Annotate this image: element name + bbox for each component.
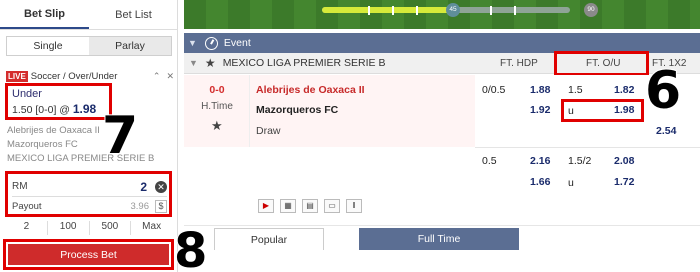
timeline-tick: [490, 6, 492, 15]
draw-odd[interactable]: 2.54: [656, 125, 676, 137]
match-tools: ▶ ▦ ▤ ▭ ‖: [258, 199, 368, 213]
draw-label: Draw: [256, 125, 281, 137]
match-score: 0-0: [209, 84, 225, 96]
quick-stake-500[interactable]: 500: [90, 221, 132, 235]
full-time-marker: 90: [584, 3, 598, 17]
currency-icon[interactable]: $: [155, 200, 167, 213]
payout-value: 3.96: [130, 201, 150, 212]
match-timeline-header: 45 90: [184, 0, 700, 29]
close-icon[interactable]: ✕: [166, 71, 174, 82]
half-time-marker: 45: [446, 3, 460, 17]
ou-under-odd-2[interactable]: 1.72: [614, 176, 634, 188]
pitch-view-icon[interactable]: ▦: [280, 199, 296, 213]
selection-header: LIVE Soccer / Over/Under ⌃ ✕: [6, 69, 174, 83]
row-divider: [475, 147, 700, 148]
match-progress-bar: 45 90: [322, 3, 598, 17]
favorite-star-icon[interactable]: ★: [211, 118, 223, 134]
step-6-callout: 6: [644, 61, 682, 121]
statistics-tab-icon[interactable]: ▭: [324, 199, 340, 213]
ou-line-1: 1.5: [568, 84, 583, 96]
teams-column: Alebrijes de Oaxaca II Mazorqueros FC Dr…: [250, 75, 475, 147]
quick-stake-row: 2 100 500 Max: [6, 221, 172, 235]
bet-selection-highlight: Under 1.50 [0-0] @ 1.98: [5, 83, 112, 120]
step-7-callout: 7: [101, 106, 139, 166]
hdp-odd-home-2[interactable]: 2.16: [530, 155, 550, 167]
ou-column-highlight: [554, 51, 649, 76]
match-status-column: 0-0 H.Time ★: [184, 75, 250, 147]
collapse-icon[interactable]: ⌃: [153, 71, 161, 82]
timeline-tick: [514, 6, 516, 15]
stake-input[interactable]: RM 2 ✕: [12, 177, 167, 197]
bet-slip-panel: Bet Slip Bet List Single Parlay LIVE Soc…: [0, 0, 178, 272]
column-header-ft-hdp: FT. HDP: [500, 58, 538, 69]
ou-under-label-2: u: [568, 177, 574, 189]
tab-popular[interactable]: Popular: [214, 228, 324, 250]
clock-icon: [204, 36, 218, 50]
selection-title: Soccer / Over/Under: [30, 70, 118, 82]
league-favorite-star-icon[interactable]: ★: [205, 56, 216, 70]
ou-over-odd-1[interactable]: 1.82: [614, 84, 634, 96]
process-bet-highlight: Process Bet: [3, 239, 174, 270]
hdp-line-1: 0/0.5: [482, 84, 506, 96]
live-badge: LIVE: [6, 70, 28, 82]
payout-row: Payout 3.96 $: [12, 199, 167, 214]
step-8-callout: 8: [173, 223, 208, 272]
away-team: Mazorqueros FC: [256, 104, 339, 116]
odds-grid: 0-0 H.Time ★ Alebrijes de Oaxaca II Mazo…: [184, 75, 700, 223]
bet-line: 1.50 [0-0] @ 1.98: [12, 102, 105, 116]
stake-highlight: RM 2 ✕ Payout 3.96 $: [5, 171, 172, 217]
bet-mode-toggle: Single Parlay: [6, 36, 172, 56]
quick-stake-2[interactable]: 2: [6, 221, 48, 235]
market-tabs: Popular Full Time: [184, 225, 700, 272]
process-bet-button[interactable]: Process Bet: [8, 244, 169, 265]
match-progress-fill: [322, 7, 451, 13]
hdp-odd-away-2[interactable]: 1.66: [530, 176, 550, 188]
league-chevron-icon[interactable]: ▼: [189, 58, 198, 68]
stake-currency-label: RM: [12, 181, 28, 192]
live-stream-icon[interactable]: ▶: [258, 199, 274, 213]
tab-full-time[interactable]: Full Time: [359, 228, 519, 250]
single-mode-button[interactable]: Single: [7, 37, 89, 55]
event-section-bar[interactable]: ▼ Event: [184, 33, 700, 53]
league-name: MEXICO LIGA PREMIER SERIE B: [222, 57, 386, 69]
hdp-odd-home-1[interactable]: 1.88: [530, 84, 550, 96]
timeline-tick: [392, 6, 394, 15]
bet-odds: 1.98: [72, 102, 97, 116]
parlay-mode-button[interactable]: Parlay: [89, 37, 171, 55]
bet-pick: Under: [12, 88, 42, 100]
stats-chart-icon[interactable]: ‖: [346, 199, 362, 213]
payout-label: Payout: [12, 201, 42, 212]
hdp-line-2: 0.5: [482, 155, 497, 167]
timeline-tick: [416, 6, 418, 15]
match-period: H.Time: [201, 101, 233, 112]
quick-stake-max[interactable]: Max: [131, 221, 172, 235]
timeline-tick: [368, 6, 370, 15]
ou-over-odd-2[interactable]: 2.08: [614, 155, 634, 167]
collapse-chevron-icon[interactable]: ▼: [188, 38, 197, 48]
bet-line-text: 1.50 [0-0] @: [12, 104, 73, 116]
event-section-label: Event: [223, 37, 251, 49]
scoreboard-icon[interactable]: ▤: [302, 199, 318, 213]
quick-stake-100[interactable]: 100: [48, 221, 90, 235]
stake-value[interactable]: 2: [140, 180, 147, 194]
selected-odd-highlight: [561, 99, 644, 122]
ou-line-2: 1.5/2: [568, 155, 592, 167]
home-team: Alebrijes de Oaxaca II: [256, 84, 365, 96]
clear-icon[interactable]: ✕: [155, 180, 167, 193]
tab-bet-slip[interactable]: Bet Slip: [0, 0, 89, 29]
tab-bet-list[interactable]: Bet List: [89, 0, 178, 29]
bet-slip-tabs: Bet Slip Bet List: [0, 0, 178, 30]
hdp-odd-away-1[interactable]: 1.92: [530, 104, 550, 116]
